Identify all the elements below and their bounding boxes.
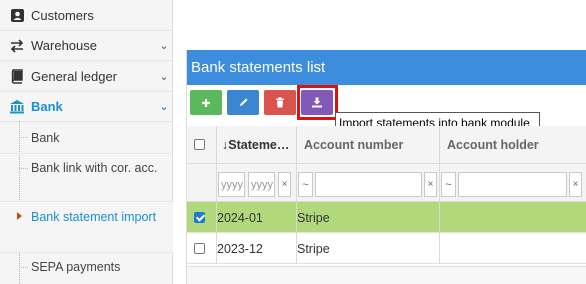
- sidebar-subitem-bank-statement-import[interactable]: Bank statement import: [0, 202, 173, 253]
- account-number-filter[interactable]: [315, 172, 422, 197]
- sidebar-subitem-sepa-payments[interactable]: SEPA payments: [0, 253, 173, 284]
- account-holder-cell: [440, 202, 586, 233]
- filter-cell-select: [187, 164, 217, 202]
- clear-filter-icon[interactable]: ×: [569, 172, 582, 197]
- account-number-cell: Stripe: [297, 233, 440, 264]
- tree-connector: [19, 137, 28, 138]
- customers-icon: [9, 7, 25, 23]
- date-from-filter[interactable]: yyyy: [218, 172, 245, 197]
- sidebar-subitem-bank-link[interactable]: Bank link with cor. acc.: [0, 154, 173, 202]
- sidebar-item-label: Customers: [31, 7, 94, 23]
- column-header-label: Account number: [304, 137, 404, 152]
- sidebar-subitem-bank[interactable]: Bank: [0, 122, 173, 154]
- bank-icon: [9, 99, 25, 115]
- sidebar-item-customers[interactable]: Customers: [0, 0, 173, 31]
- account-number-cell: Stripe: [297, 202, 440, 233]
- sidebar-item-general-ledger[interactable]: General ledger ⌄: [0, 61, 173, 92]
- grid-footer: [187, 266, 586, 284]
- pencil-icon: [239, 98, 247, 106]
- table-row[interactable]: 2023-12 Stripe: [187, 233, 586, 264]
- sidebar: Customers Warehouse ⌄ General ledger ⌄ B…: [0, 0, 173, 284]
- filter-cell-account-holder: ~ ×: [440, 164, 586, 202]
- statement-cell: 2024-01: [217, 202, 297, 233]
- column-header-label: ↓Stateme…: [222, 137, 290, 152]
- clear-filter-icon[interactable]: ×: [424, 172, 437, 197]
- filter-cell-statement: yyyy yyyy ×: [217, 164, 297, 202]
- tree-connector: [19, 168, 28, 169]
- clear-filter-icon[interactable]: ×: [278, 172, 291, 197]
- current-page-indicator-icon: [17, 212, 22, 220]
- panel-title: Bank statements list: [187, 50, 586, 85]
- column-header-statement[interactable]: ↓Stateme…: [217, 126, 297, 164]
- sidebar-subitem-label: Bank statement import: [31, 210, 157, 224]
- tree-connector: [19, 267, 28, 268]
- filter-operator[interactable]: ~: [298, 172, 313, 197]
- filter-cell-account-number: ~ ×: [297, 164, 440, 202]
- sidebar-subitem-label: Bank: [31, 131, 60, 145]
- arrows-icon: [9, 38, 25, 54]
- row-select-cell: [187, 202, 217, 233]
- sidebar-item-label: Warehouse: [31, 38, 97, 53]
- sidebar-item-label: General ledger: [31, 68, 117, 84]
- statements-grid: ↓Stateme… Account number Account holder …: [187, 126, 586, 266]
- sidebar-subitem-label: SEPA payments: [31, 260, 121, 274]
- add-button[interactable]: [190, 90, 222, 115]
- sidebar-subitem-label: Bank link with cor. acc.: [31, 161, 158, 175]
- row-checkbox[interactable]: [194, 212, 205, 223]
- edit-button[interactable]: [227, 90, 259, 115]
- table-row[interactable]: 2024-01 Stripe: [187, 202, 586, 233]
- delete-button[interactable]: [264, 90, 296, 115]
- select-all-checkbox[interactable]: [194, 139, 205, 150]
- column-header-account-number[interactable]: Account number: [297, 126, 440, 164]
- row-checkbox[interactable]: [194, 243, 205, 254]
- chevron-down-icon[interactable]: ⌄: [155, 39, 173, 52]
- chevron-down-icon[interactable]: ⌄: [155, 100, 173, 113]
- chevron-down-icon[interactable]: ⌄: [155, 70, 173, 83]
- toolbar: Import statements into bank module: [187, 85, 586, 134]
- book-icon: [9, 68, 25, 84]
- row-select-cell: [187, 233, 217, 264]
- statement-cell: 2023-12: [217, 233, 297, 264]
- highlight-box: [297, 85, 338, 120]
- trash-icon: [276, 97, 284, 108]
- account-holder-cell: [440, 233, 586, 264]
- column-header-account-holder[interactable]: Account holder: [440, 126, 586, 164]
- sidebar-item-warehouse[interactable]: Warehouse ⌄: [0, 31, 173, 61]
- account-holder-filter[interactable]: [458, 172, 567, 197]
- column-header-label: Account holder: [447, 137, 539, 152]
- bank-statements-panel: Bank statements list Import statements i…: [186, 50, 586, 284]
- filter-row: yyyy yyyy × ~ × ~ ×: [187, 164, 586, 202]
- sidebar-item-bank[interactable]: Bank ⌄: [0, 92, 173, 122]
- filter-operator[interactable]: ~: [441, 172, 456, 197]
- column-header-select: [187, 126, 217, 164]
- date-to-filter[interactable]: yyyy: [248, 172, 275, 197]
- plus-icon: [202, 98, 210, 107]
- sidebar-item-label: Bank: [31, 99, 63, 114]
